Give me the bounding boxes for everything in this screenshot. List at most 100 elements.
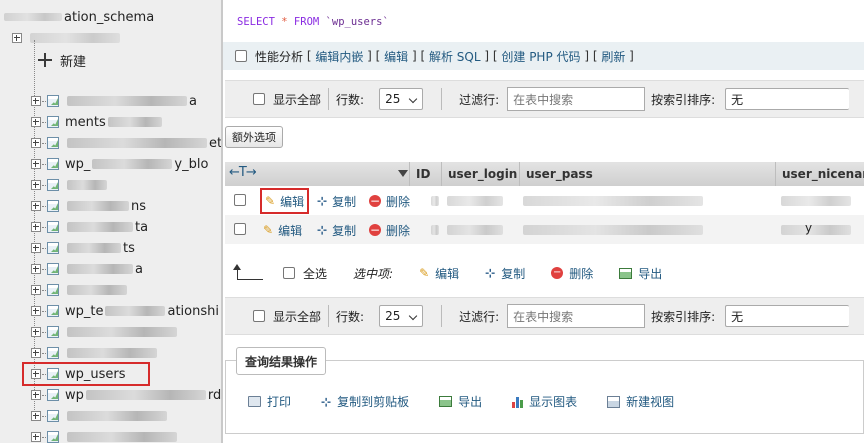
column-header-user-pass[interactable]: user_pass <box>519 162 775 186</box>
new-table-link[interactable]: 新建 <box>38 50 86 70</box>
bulk-delete-button[interactable]: − 删除 <box>551 265 593 282</box>
sort-by-key-value: 无 <box>731 309 744 324</box>
export-button[interactable]: 导出 <box>439 393 482 410</box>
sort-by-key-select[interactable]: 无 <box>725 88 850 110</box>
blurred-cell <box>781 196 851 206</box>
tree-connector <box>42 436 46 438</box>
copy-to-clipboard-button[interactable]: ⊹ 复制到剪贴板 <box>321 393 409 410</box>
blurred-text <box>67 138 207 148</box>
row-edit-button[interactable]: ✎ 编辑 <box>259 188 310 214</box>
tree-connector <box>42 121 46 123</box>
filter-label: 过滤行: <box>459 92 500 107</box>
expand-icon[interactable] <box>31 264 41 274</box>
sidebar-table-item[interactable]: ments <box>0 112 164 132</box>
expand-icon[interactable] <box>31 243 41 253</box>
bulk-edit-button[interactable]: ✎ 编辑 <box>419 265 459 282</box>
sql-keyword-from: FROM <box>293 16 320 28</box>
tree-connector <box>42 268 46 270</box>
create-php-code-link[interactable]: 创建 PHP 代码 <box>501 48 580 65</box>
sort-by-key-select[interactable]: 无 <box>725 305 850 327</box>
expand-icon[interactable] <box>31 138 41 148</box>
table-icon <box>47 431 59 443</box>
expand-icon[interactable] <box>31 432 41 442</box>
explain-sql-link[interactable]: 解析 SQL <box>429 48 481 65</box>
bulk-actions-bar: 全选 选中项: ✎ 编辑 ⊹ 复制 − 删除 导出 <box>225 256 864 290</box>
rows-select-value: 25 <box>385 309 401 323</box>
sidebar-table-item[interactable]: ta <box>0 217 148 237</box>
sort-caret-icon[interactable] <box>398 170 408 177</box>
show-all-checkbox[interactable] <box>253 93 265 105</box>
tree-connector <box>42 373 46 375</box>
sidebar-table-item[interactable] <box>0 406 169 426</box>
expand-icon[interactable] <box>31 348 41 358</box>
row-delete-button[interactable]: − 删除 <box>369 191 410 211</box>
expand-icon[interactable] <box>31 117 41 127</box>
sidebar-table-item[interactable]: a <box>0 259 143 279</box>
database-name[interactable]: ation_schema <box>4 6 154 28</box>
row-copy-button[interactable]: ⊹ 复制 <box>317 191 356 211</box>
expand-icon[interactable] <box>31 159 41 169</box>
table-header: ←T→ ID user_login user_pass user_nicenam… <box>225 162 864 186</box>
sidebar-table-item[interactable] <box>0 343 159 363</box>
create-view-button[interactable]: 新建视图 <box>607 393 674 410</box>
row-copy-button[interactable]: ⊹ 复制 <box>317 220 356 240</box>
filter-input[interactable]: 在表中搜索 <box>507 87 646 111</box>
sidebar-table-item[interactable]: wp_te ationshi <box>0 301 219 321</box>
select-all-checkbox[interactable] <box>283 267 295 279</box>
column-arrows-icon[interactable]: ←T→ <box>229 165 257 180</box>
expand-icon[interactable] <box>31 285 41 295</box>
print-button[interactable]: 打印 <box>248 393 291 410</box>
sidebar-table-item[interactable] <box>0 175 109 195</box>
expand-icon[interactable] <box>31 222 41 232</box>
inline-edit-link[interactable]: 编辑内嵌 <box>315 48 363 65</box>
refresh-link[interactable]: 刷新 <box>601 48 625 65</box>
database-name-label: ation_schema <box>64 9 155 25</box>
expand-icon[interactable] <box>31 96 41 106</box>
show-all-checkbox[interactable] <box>253 310 265 322</box>
delete-icon: − <box>369 223 381 237</box>
collapse-icon[interactable] <box>12 33 22 43</box>
blurred-cell <box>431 196 439 206</box>
sidebar-table-item[interactable]: et <box>0 133 221 153</box>
expand-icon[interactable] <box>31 327 41 337</box>
row-checkbox[interactable] <box>234 223 246 235</box>
row-edit-button[interactable]: ✎ 编辑 <box>263 220 302 240</box>
filter-input[interactable]: 在表中搜索 <box>507 304 646 328</box>
column-header-user-nicename[interactable]: user_nicename <box>775 162 864 186</box>
bulk-copy-button[interactable]: ⊹ 复制 <box>485 265 525 282</box>
sidebar-table-item[interactable] <box>0 280 129 300</box>
sidebar-table-item[interactable] <box>0 427 179 443</box>
database-node[interactable] <box>0 28 120 48</box>
tree-connector <box>42 163 46 165</box>
sidebar-table-item[interactable]: wp rd <box>0 385 221 405</box>
profiling-checkbox[interactable] <box>235 50 247 62</box>
sidebar-table-item[interactable] <box>0 322 179 342</box>
expand-icon[interactable] <box>31 306 41 316</box>
tree-connector <box>42 331 46 333</box>
expand-icon[interactable] <box>31 180 41 190</box>
edit-query-link[interactable]: 编辑 <box>384 48 408 65</box>
rows-select[interactable]: 25 <box>379 88 424 110</box>
sidebar-table-item[interactable]: ts <box>0 238 135 258</box>
row-checkbox[interactable] <box>234 194 246 206</box>
row-delete-button[interactable]: − 删除 <box>369 220 410 240</box>
expand-icon[interactable] <box>31 369 41 379</box>
rows-select[interactable]: 25 <box>379 305 424 327</box>
expand-icon[interactable] <box>31 411 41 421</box>
column-header-user-login[interactable]: user_login <box>441 162 521 186</box>
expand-icon[interactable] <box>31 201 41 211</box>
bulk-export-button[interactable]: 导出 <box>619 265 662 282</box>
sidebar-table-item[interactable]: a <box>0 91 197 111</box>
expand-icon[interactable] <box>31 390 41 400</box>
column-header-id[interactable]: ID <box>409 162 441 186</box>
filter-label: 过滤行: <box>459 309 500 324</box>
query-ops-list: 打印 ⊹ 复制到剪贴板 导出 显示图表 新建视图 <box>248 393 704 410</box>
display-chart-button[interactable]: 显示图表 <box>512 393 577 410</box>
sidebar-table-item[interactable]: wp_users <box>22 362 150 386</box>
extra-options-button[interactable]: 额外选项 <box>225 126 283 148</box>
bulk-export-label: 导出 <box>638 266 663 281</box>
chevron-down-icon <box>408 311 418 321</box>
sidebar-table-item[interactable]: ns <box>0 196 146 216</box>
select-all-label[interactable]: 全选 <box>303 265 327 282</box>
sidebar-table-item[interactable]: wp_ y_blo <box>0 154 208 174</box>
